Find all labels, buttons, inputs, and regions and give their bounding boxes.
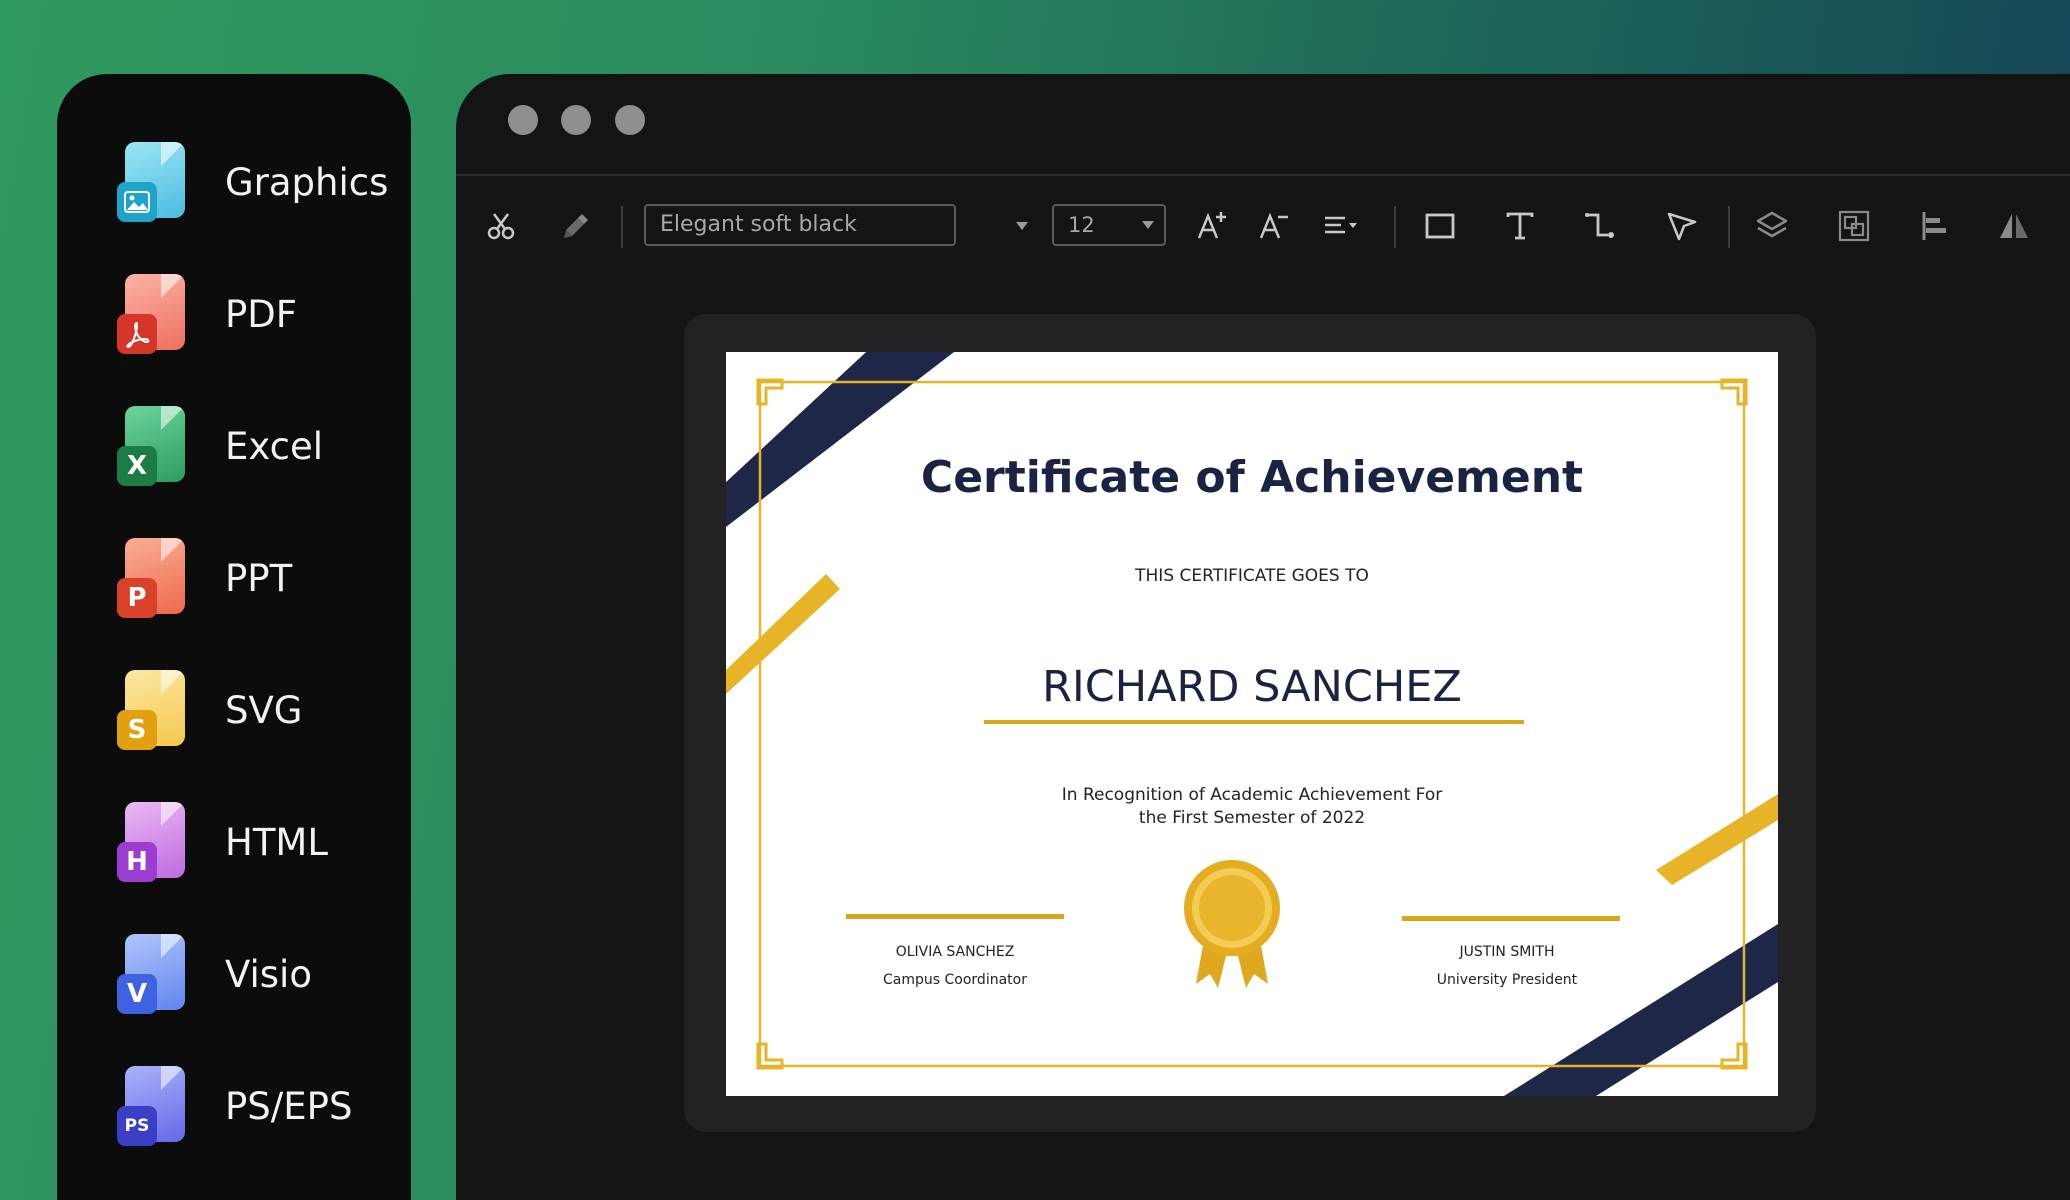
text-tool-icon[interactable] xyxy=(1500,206,1540,246)
font-size-caret-icon[interactable] xyxy=(1142,221,1154,229)
excel-badge: X xyxy=(117,446,157,486)
cut-icon[interactable] xyxy=(482,206,522,246)
format-item-svg[interactable]: S SVG xyxy=(117,668,397,752)
format-sidebar: Graphics PDF X Excel P PPT S SVG H HTML … xyxy=(57,74,411,1200)
ps-eps-badge: PS xyxy=(117,1106,157,1146)
format-item-excel[interactable]: X Excel xyxy=(117,404,397,488)
format-label: Excel xyxy=(225,424,324,468)
window-close-dot[interactable] xyxy=(508,105,538,135)
app-background: Graphics PDF X Excel P PPT S SVG H HTML … xyxy=(0,0,2070,1200)
window-minimize-dot[interactable] xyxy=(561,105,591,135)
font-dropdown-caret-icon[interactable] xyxy=(1016,222,1028,230)
visio-badge: V xyxy=(117,974,157,1014)
window-titlebar xyxy=(456,74,2070,176)
signer-right-name: JUSTIN SMITH xyxy=(1459,944,1555,960)
font-size-value: 12 xyxy=(1068,213,1095,237)
format-item-ppt[interactable]: P PPT xyxy=(117,536,397,620)
format-painter-icon[interactable] xyxy=(556,206,596,246)
format-item-pdf[interactable]: PDF xyxy=(117,272,397,356)
svg-badge: S xyxy=(117,710,157,750)
rectangle-tool-icon[interactable] xyxy=(1420,206,1460,246)
graphics-file-icon xyxy=(117,142,187,222)
toolbar-separator xyxy=(621,206,623,248)
format-label: Graphics xyxy=(225,160,389,204)
toolbar-separator xyxy=(1728,206,1730,248)
editor-window: Elegant soft black 12 Certificate of Ach… xyxy=(456,74,2070,1200)
align-text-icon[interactable] xyxy=(1320,206,1360,246)
flip-icon[interactable] xyxy=(1994,206,2034,246)
html-badge: H xyxy=(117,842,157,882)
font-size-select[interactable]: 12 xyxy=(1052,204,1166,246)
format-label: PDF xyxy=(225,292,298,336)
editor-toolbar: Elegant soft black 12 xyxy=(456,176,2070,276)
decrease-font-icon[interactable] xyxy=(1254,206,1294,246)
font-family-select[interactable]: Elegant soft black xyxy=(644,204,956,246)
signer-left-name: OLIVIA SANCHEZ xyxy=(895,944,1015,960)
align-left-icon[interactable] xyxy=(1914,206,1954,246)
format-item-visio[interactable]: V Visio xyxy=(117,932,397,1016)
format-item-ps-eps[interactable]: PS PS/EPS xyxy=(117,1064,397,1148)
format-label: HTML xyxy=(225,820,328,864)
format-label: PS/EPS xyxy=(225,1084,353,1128)
toolbar-separator xyxy=(1394,206,1396,248)
ppt-badge: P xyxy=(117,578,157,618)
ps-eps-file-icon: PS xyxy=(117,1066,187,1146)
group-icon[interactable] xyxy=(1834,206,1874,246)
pdf-file-icon xyxy=(117,274,187,354)
format-item-graphics[interactable]: Graphics xyxy=(117,140,397,224)
increase-font-icon[interactable] xyxy=(1192,206,1232,246)
pen-tool-icon[interactable] xyxy=(1662,206,1702,246)
certificate-document[interactable]: Certificate of Achievement THIS CERTIFIC… xyxy=(726,352,1778,1096)
svg-file-icon: S xyxy=(117,670,187,750)
recognition-line-1: In Recognition of Academic Achievement F… xyxy=(1061,785,1443,805)
recipient-name: RICHARD SANCHEZ xyxy=(1042,662,1462,712)
window-maximize-dot[interactable] xyxy=(615,105,645,135)
format-item-html[interactable]: H HTML xyxy=(117,800,397,884)
visio-file-icon: V xyxy=(117,934,187,1014)
format-label: PPT xyxy=(225,556,293,600)
excel-file-icon: X xyxy=(117,406,187,486)
signer-right-role: University President xyxy=(1436,972,1578,988)
ppt-file-icon: P xyxy=(117,538,187,618)
html-file-icon: H xyxy=(117,802,187,882)
certificate-title: Certificate of Achievement xyxy=(920,452,1584,503)
format-label: SVG xyxy=(225,688,303,732)
layers-icon[interactable] xyxy=(1752,206,1792,246)
recognition-line-2: the First Semester of 2022 xyxy=(1138,808,1366,828)
format-label: Visio xyxy=(225,952,312,996)
certificate-subtitle: THIS CERTIFICATE GOES TO xyxy=(1135,566,1369,586)
signer-left-role: Campus Coordinator xyxy=(883,972,1027,988)
canvas-area: Certificate of Achievement THIS CERTIFIC… xyxy=(684,314,1816,1132)
connector-tool-icon[interactable] xyxy=(1580,206,1620,246)
